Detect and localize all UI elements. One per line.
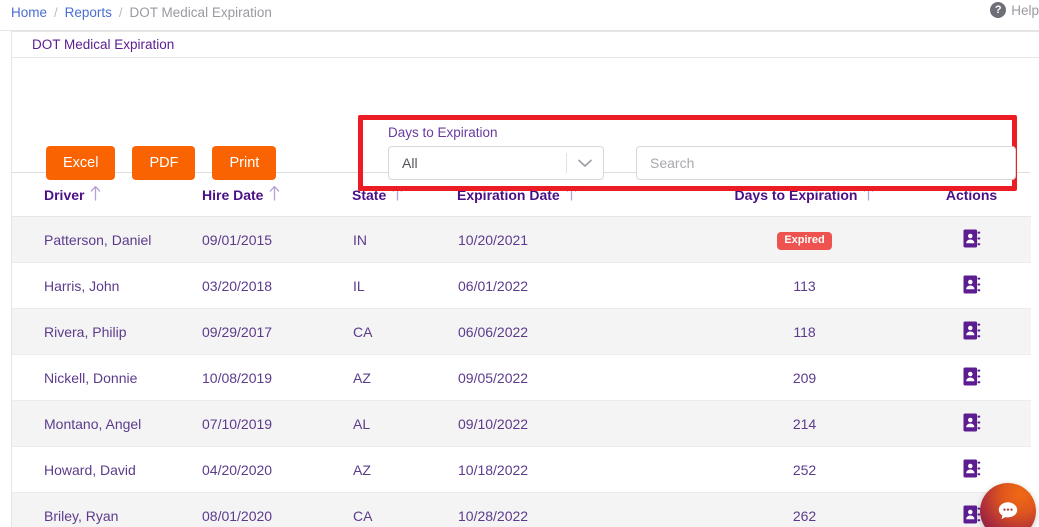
contact-card-icon[interactable] [963, 367, 981, 389]
cell-expiration-date: 10/20/2021 [457, 217, 697, 263]
days-to-expiration-selected-value: All [389, 155, 566, 171]
contact-card-icon[interactable] [963, 459, 981, 481]
breadcrumb: Home / Reports / DOT Medical Expiration [11, 3, 272, 23]
export-button-group: Excel PDF Print [46, 146, 276, 180]
question-mark-circle-icon: ? [990, 2, 1006, 18]
cell-days-to-expiration: 209 [697, 355, 912, 401]
chevron-down-icon[interactable] [567, 159, 603, 168]
sort-ascending-icon[interactable] [863, 185, 874, 204]
sort-ascending-icon[interactable] [90, 185, 101, 204]
cell-state: AZ [352, 355, 457, 401]
cell-days-to-expiration: 252 [697, 447, 912, 493]
days-to-expiration-select[interactable]: All [388, 146, 604, 180]
table-body: Patterson, Daniel09/01/2015IN10/20/2021 E… [12, 217, 1031, 527]
days-to-expiration-filter-label: Days to Expiration [388, 125, 498, 140]
toolbar: Excel PDF Print Days to Expiration All [12, 58, 1030, 173]
chat-bubble-icon [995, 498, 1021, 524]
cell-hire-date: 04/20/2020 [202, 447, 352, 493]
page-title: DOT Medical Expiration [32, 37, 174, 52]
table-row[interactable]: Patterson, Daniel09/01/2015IN10/20/2021 E… [12, 217, 1031, 263]
cell-hire-date: 07/10/2019 [202, 401, 352, 447]
cell-actions [912, 263, 1031, 309]
cell-actions [912, 355, 1031, 401]
help-button[interactable]: ? Help [990, 2, 1039, 18]
cell-state: AL [352, 401, 457, 447]
cell-driver: Montano, Angel [12, 401, 202, 447]
column-header-driver-label: Driver [44, 187, 84, 203]
cell-state: CA [352, 493, 457, 527]
help-label: Help [1011, 3, 1039, 18]
cell-days-to-expiration: 113 [697, 263, 912, 309]
cell-driver: Nickell, Donnie [12, 355, 202, 401]
breadcrumb-home[interactable]: Home [11, 3, 47, 23]
cell-hire-date: 08/01/2020 [202, 493, 352, 527]
column-header-expiration-date-label: Expiration Date [457, 187, 560, 203]
cell-expiration-date: 09/05/2022 [457, 355, 697, 401]
print-button[interactable]: Print [212, 146, 276, 180]
contact-card-icon[interactable] [963, 321, 981, 343]
cell-expiration-date: 06/01/2022 [457, 263, 697, 309]
breadcrumb-reports[interactable]: Reports [65, 3, 112, 23]
cell-driver: Briley, Ryan [12, 493, 202, 527]
report-card: DOT Medical Expiration Excel PDF Print D… [11, 31, 1039, 527]
column-header-actions-label: Actions [946, 187, 997, 203]
contact-card-icon[interactable] [963, 229, 981, 251]
contact-card-icon[interactable] [963, 275, 981, 297]
cell-expiration-date: 06/06/2022 [457, 309, 697, 355]
cell-expiration-date: 10/28/2022 [457, 493, 697, 527]
sort-ascending-icon[interactable] [392, 185, 403, 204]
cell-days-to-expiration: 262 [697, 493, 912, 527]
search-box[interactable] [636, 146, 1016, 180]
cell-hire-date: 10/08/2019 [202, 355, 352, 401]
pdf-button[interactable]: PDF [132, 146, 195, 180]
contact-card-icon[interactable] [963, 505, 981, 527]
cell-actions [912, 309, 1031, 355]
cell-driver: Harris, John [12, 263, 202, 309]
sort-ascending-icon[interactable] [566, 185, 577, 204]
cell-expiration-date: 10/18/2022 [457, 447, 697, 493]
status-badge: Expired [777, 232, 831, 250]
cell-driver: Patterson, Daniel [12, 217, 202, 263]
table-row[interactable]: Howard, David04/20/2020AZ10/18/2022252 [12, 447, 1031, 493]
excel-button[interactable]: Excel [46, 146, 115, 180]
cell-driver: Rivera, Philip [12, 309, 202, 355]
column-header-hire-date-label: Hire Date [202, 187, 263, 203]
sort-ascending-icon[interactable] [269, 185, 280, 204]
table-row[interactable]: Montano, Angel07/10/2019AL09/10/2022214 [12, 401, 1031, 447]
cell-hire-date: 03/20/2018 [202, 263, 352, 309]
table-row[interactable]: Harris, John03/20/2018IL06/01/2022113 [12, 263, 1031, 309]
breadcrumb-separator-2: / [119, 3, 123, 23]
column-header-days-to-expiration-label: Days to Expiration [735, 187, 858, 203]
breadcrumb-separator-1: / [54, 3, 58, 23]
cell-state: CA [352, 309, 457, 355]
search-input[interactable] [637, 147, 1015, 179]
card-header: DOT Medical Expiration [12, 32, 1039, 58]
table-row[interactable]: Rivera, Philip09/29/2017CA06/06/2022118 [12, 309, 1031, 355]
cell-days-to-expiration: Expired [697, 217, 912, 263]
cell-hire-date: 09/01/2015 [202, 217, 352, 263]
cell-state: AZ [352, 447, 457, 493]
cell-state: IN [352, 217, 457, 263]
cell-hire-date: 09/29/2017 [202, 309, 352, 355]
table-row[interactable]: Nickell, Donnie10/08/2019AZ09/05/2022209 [12, 355, 1031, 401]
cell-driver: Howard, David [12, 447, 202, 493]
column-header-state-label: State [352, 187, 386, 203]
contact-card-icon[interactable] [963, 413, 981, 435]
page-root: Home / Reports / DOT Medical Expiration … [0, 0, 1039, 527]
cell-days-to-expiration: 214 [697, 401, 912, 447]
cell-actions [912, 217, 1031, 263]
table-row[interactable]: Briley, Ryan08/01/2020CA10/28/2022262 [12, 493, 1031, 527]
top-bar: Home / Reports / DOT Medical Expiration … [0, 0, 1039, 31]
cell-expiration-date: 09/10/2022 [457, 401, 697, 447]
cell-state: IL [352, 263, 457, 309]
drivers-table: Driver Hire Date [12, 173, 1031, 527]
breadcrumb-current: DOT Medical Expiration [130, 3, 272, 23]
cell-actions [912, 401, 1031, 447]
cell-days-to-expiration: 118 [697, 309, 912, 355]
